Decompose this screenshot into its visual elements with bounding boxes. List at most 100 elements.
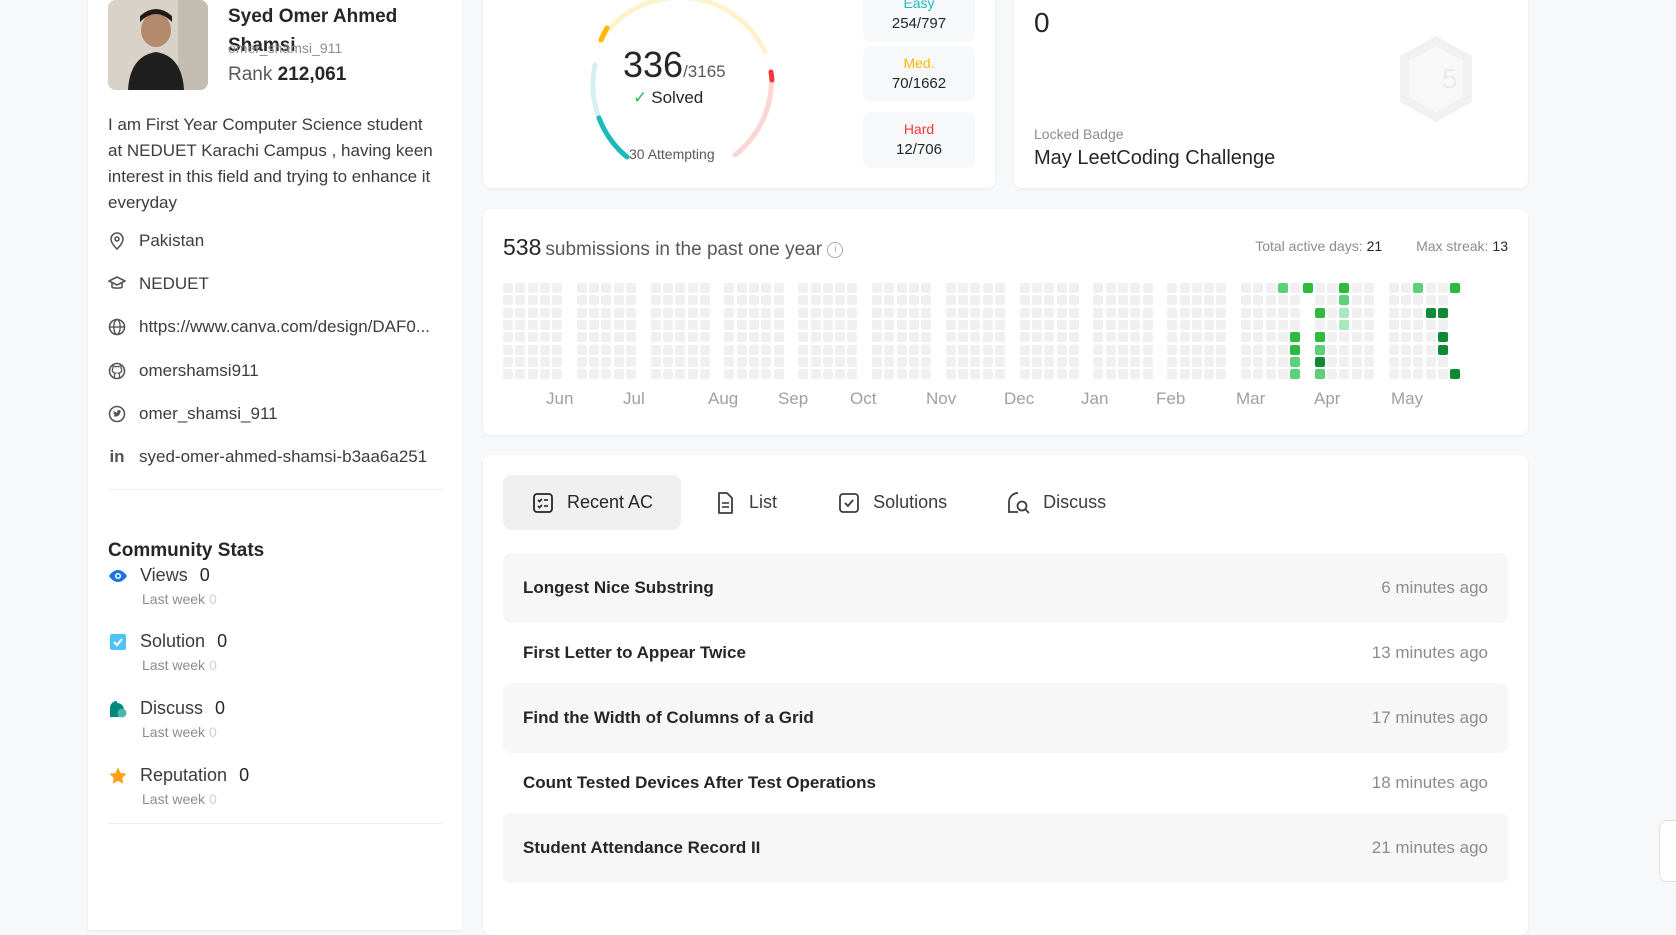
heatmap-day-cell[interactable] — [1093, 307, 1104, 318]
heatmap-day-cell[interactable] — [687, 344, 698, 355]
heatmap-day-cell[interactable] — [1413, 319, 1424, 330]
heatmap-day-cell[interactable] — [1019, 295, 1030, 306]
heatmap-day-cell[interactable] — [1142, 369, 1153, 380]
heatmap-day-cell[interactable] — [1056, 283, 1067, 293]
github-row[interactable]: omershamsi911 — [108, 361, 259, 381]
heatmap-day-cell[interactable] — [1400, 307, 1411, 318]
heatmap-day-cell[interactable] — [835, 319, 846, 330]
heatmap-day-cell[interactable] — [1191, 332, 1202, 343]
heatmap-day-cell[interactable] — [810, 369, 821, 380]
heatmap-day-cell[interactable] — [761, 344, 772, 355]
heatmap-day-cell[interactable] — [945, 356, 956, 367]
heatmap-day-cell[interactable] — [1031, 307, 1042, 318]
heatmap-day-cell[interactable] — [1253, 332, 1264, 343]
heatmap-day-cell[interactable] — [675, 307, 686, 318]
twitter-row[interactable]: omer_shamsi_911 — [108, 404, 278, 424]
heatmap-day-cell[interactable] — [1437, 283, 1448, 293]
heatmap-day-cell[interactable] — [945, 332, 956, 343]
problem-title[interactable]: Longest Nice Substring — [523, 578, 714, 598]
heatmap-day-cell[interactable] — [1290, 307, 1301, 318]
heatmap-day-cell[interactable] — [1179, 307, 1190, 318]
linkedin-row[interactable]: in syed-omer-ahmed-shamsi-b3aa6a251 — [108, 447, 427, 467]
heatmap-day-cell[interactable] — [1130, 344, 1141, 355]
heatmap-day-cell[interactable] — [958, 344, 969, 355]
submission-row[interactable]: Student Attendance Record II 21 minutes a… — [503, 813, 1508, 883]
heatmap-day-cell[interactable] — [699, 344, 710, 355]
heatmap-day-cell[interactable] — [503, 307, 513, 318]
heatmap-day-cell[interactable] — [1031, 319, 1042, 330]
heatmap-day-cell[interactable] — [1253, 283, 1264, 293]
heatmap-day-cell[interactable] — [872, 369, 882, 380]
heatmap-day-cell[interactable] — [1179, 319, 1190, 330]
heatmap-day-cell[interactable] — [1277, 356, 1288, 367]
heatmap-day-cell[interactable] — [1191, 356, 1202, 367]
heatmap-day-cell[interactable] — [982, 369, 993, 380]
heatmap-day-cell[interactable] — [1216, 332, 1227, 343]
heatmap-day-cell[interactable] — [822, 307, 833, 318]
heatmap-day-cell[interactable] — [675, 332, 686, 343]
heatmap-day-cell[interactable] — [1093, 283, 1104, 293]
heatmap-day-cell[interactable] — [1450, 283, 1461, 293]
heatmap-day-cell[interactable] — [822, 369, 833, 380]
submission-row[interactable]: Find the Width of Columns of a Grid 17 mi… — [503, 683, 1508, 753]
heatmap-day-cell[interactable] — [1314, 319, 1325, 330]
heatmap-day-cell[interactable] — [1265, 307, 1276, 318]
heatmap-day-cell[interactable] — [650, 344, 661, 355]
heatmap-day-cell[interactable] — [847, 332, 858, 343]
heatmap-day-cell[interactable] — [958, 319, 969, 330]
heatmap-day-cell[interactable] — [847, 344, 858, 355]
heatmap-day-cell[interactable] — [552, 332, 563, 343]
heatmap-day-cell[interactable] — [687, 295, 698, 306]
heatmap-day-cell[interactable] — [687, 307, 698, 318]
heatmap-day-cell[interactable] — [884, 356, 895, 367]
heatmap-day-cell[interactable] — [1204, 332, 1215, 343]
heatmap-day-cell[interactable] — [626, 319, 636, 330]
heatmap-day-cell[interactable] — [1277, 283, 1288, 293]
heatmap-day-cell[interactable] — [1142, 356, 1153, 367]
heatmap-day-cell[interactable] — [539, 344, 550, 355]
heatmap-day-cell[interactable] — [515, 356, 526, 367]
heatmap-day-cell[interactable] — [675, 356, 686, 367]
heatmap-day-cell[interactable] — [847, 356, 858, 367]
heatmap-day-cell[interactable] — [970, 356, 981, 367]
heatmap-day-cell[interactable] — [884, 295, 895, 306]
heatmap-day-cell[interactable] — [699, 319, 710, 330]
submission-row[interactable]: First Letter to Appear Twice 13 minutes a… — [503, 618, 1508, 688]
heatmap-day-cell[interactable] — [970, 319, 981, 330]
heatmap-day-cell[interactable] — [601, 307, 612, 318]
heatmap-day-cell[interactable] — [1339, 332, 1350, 343]
heatmap-day-cell[interactable] — [773, 295, 784, 306]
heatmap-day-cell[interactable] — [650, 319, 661, 330]
heatmap-day-cell[interactable] — [1364, 356, 1374, 367]
website-link[interactable]: https://www.canva.com/design/DAF0... — [139, 317, 430, 337]
heatmap-day-cell[interactable] — [982, 283, 993, 293]
heatmap-day-cell[interactable] — [921, 356, 932, 367]
heatmap-day-cell[interactable] — [773, 332, 784, 343]
heatmap-day-cell[interactable] — [613, 344, 624, 355]
heatmap-day-cell[interactable] — [1241, 295, 1251, 306]
heatmap-day-cell[interactable] — [552, 295, 563, 306]
heatmap-day-cell[interactable] — [884, 369, 895, 380]
heatmap-day-cell[interactable] — [749, 295, 759, 306]
heatmap-day-cell[interactable] — [982, 307, 993, 318]
heatmap-day-cell[interactable] — [982, 356, 993, 367]
heatmap-day-cell[interactable] — [736, 307, 747, 318]
heatmap-day-cell[interactable] — [503, 344, 513, 355]
heatmap-day-cell[interactable] — [810, 283, 821, 293]
heatmap-day-cell[interactable] — [1339, 319, 1350, 330]
heatmap-day-cell[interactable] — [515, 283, 526, 293]
heatmap-day-cell[interactable] — [995, 319, 1005, 330]
heatmap-day-cell[interactable] — [1327, 369, 1338, 380]
heatmap-day-cell[interactable] — [527, 295, 538, 306]
submission-row[interactable]: Count Tested Devices After Test Operatio… — [503, 748, 1508, 818]
heatmap-day-cell[interactable] — [1241, 344, 1251, 355]
heatmap-day-cell[interactable] — [1118, 369, 1128, 380]
heatmap-day-cell[interactable] — [835, 332, 846, 343]
heatmap-day-cell[interactable] — [773, 307, 784, 318]
heatmap-day-cell[interactable] — [1167, 295, 1178, 306]
heatmap-day-cell[interactable] — [1142, 332, 1153, 343]
heatmap-day-cell[interactable] — [1241, 332, 1251, 343]
heatmap-day-cell[interactable] — [822, 283, 833, 293]
heatmap-day-cell[interactable] — [1253, 356, 1264, 367]
heatmap-day-cell[interactable] — [798, 295, 809, 306]
